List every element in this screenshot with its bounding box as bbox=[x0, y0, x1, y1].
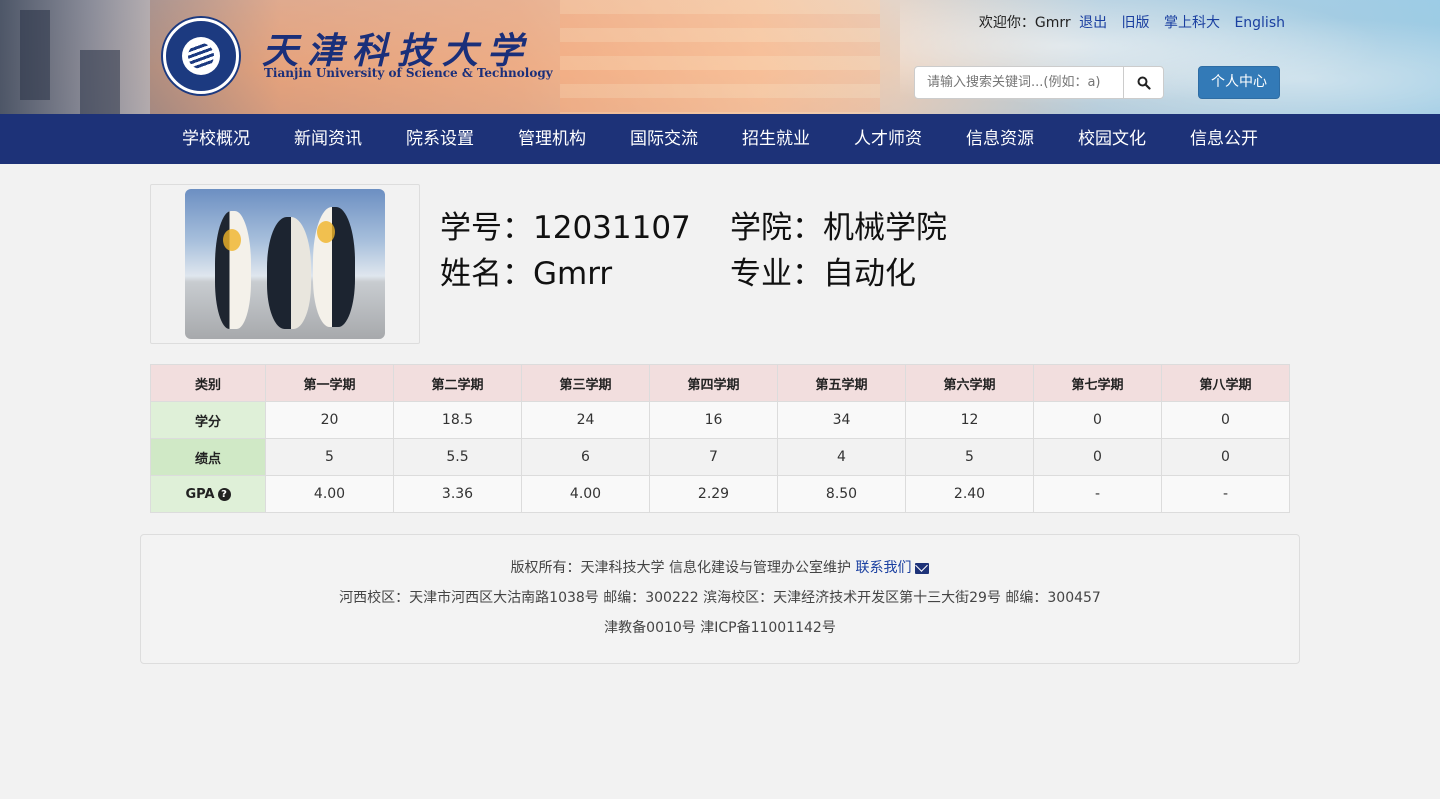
table-cell: 20 bbox=[265, 401, 394, 439]
college-label: 学院： bbox=[730, 210, 823, 246]
footer-address: 河西校区：天津市河西区大沽南路1038号 邮编：300222 滨海校区：天津经济… bbox=[339, 590, 1101, 606]
student-id-label: 学号： bbox=[440, 210, 533, 246]
banner-building-right bbox=[560, 0, 880, 114]
school-seal-logo[interactable] bbox=[163, 18, 239, 94]
row-label: GPA bbox=[185, 486, 215, 502]
table-header: 第二学期 bbox=[393, 364, 522, 402]
search-icon bbox=[1137, 76, 1151, 90]
school-name-en[interactable]: Tianjin University of Science & Technolo… bbox=[264, 66, 553, 80]
table-header: 第七学期 bbox=[1033, 364, 1162, 402]
table-cell: 3.36 bbox=[393, 475, 522, 513]
table-cell: 0 bbox=[1161, 438, 1290, 476]
envelope-icon[interactable] bbox=[915, 562, 930, 574]
nav-item-resources[interactable]: 信息资源 bbox=[944, 114, 1056, 164]
table-header: 第一学期 bbox=[265, 364, 394, 402]
nav-item-news[interactable]: 新闻资讯 bbox=[272, 114, 384, 164]
old-version-link[interactable]: 旧版 bbox=[1122, 15, 1150, 31]
table-cell: 7 bbox=[649, 438, 778, 476]
personal-center-button[interactable]: 个人中心 bbox=[1198, 66, 1280, 99]
banner-window bbox=[80, 50, 120, 114]
college: 机械学院 bbox=[823, 210, 947, 246]
nav-item-school-overview[interactable]: 学校概况 bbox=[160, 114, 272, 164]
footer-copyright: 版权所有：天津科技大学 信息化建设与管理办公室维护 bbox=[510, 560, 851, 576]
table-cell: 4 bbox=[777, 438, 906, 476]
footer: 版权所有：天津科技大学 信息化建设与管理办公室维护 联系我们 河西校区：天津市河… bbox=[140, 534, 1300, 664]
row-label: 学分 bbox=[150, 401, 266, 439]
table-row-grade-points: 绩点 5 5.5 6 7 4 5 0 0 bbox=[150, 438, 1290, 476]
student-name: Gmrr bbox=[533, 256, 613, 292]
search-box bbox=[914, 66, 1164, 99]
english-link[interactable]: English bbox=[1234, 15, 1285, 31]
avatar bbox=[185, 189, 385, 339]
mobile-link[interactable]: 掌上科大 bbox=[1164, 15, 1220, 31]
nav-item-international[interactable]: 国际交流 bbox=[608, 114, 720, 164]
footer-copyright-line: 版权所有：天津科技大学 信息化建设与管理办公室维护 联系我们 bbox=[141, 553, 1299, 583]
table-header-row: 类别 第一学期 第二学期 第三学期 第四学期 第五学期 第六学期 第七学期 第八… bbox=[150, 364, 1290, 402]
row-label-gpa: GPA? bbox=[150, 475, 266, 513]
table-cell: 18.5 bbox=[393, 401, 522, 439]
table-cell: 6 bbox=[521, 438, 650, 476]
major: 自动化 bbox=[823, 256, 916, 292]
table-header: 第三学期 bbox=[521, 364, 650, 402]
table-header: 类别 bbox=[150, 364, 266, 402]
table-row-credits: 学分 20 18.5 24 16 34 12 0 0 bbox=[150, 401, 1290, 439]
table-cell: 16 bbox=[649, 401, 778, 439]
grades-table: 类别 第一学期 第二学期 第三学期 第四学期 第五学期 第六学期 第七学期 第八… bbox=[150, 364, 1290, 513]
main-nav: 学校概况 新闻资讯 院系设置 管理机构 国际交流 招生就业 人才师资 信息资源 … bbox=[0, 114, 1440, 164]
nav-item-administration[interactable]: 管理机构 bbox=[496, 114, 608, 164]
table-cell: 5 bbox=[905, 438, 1034, 476]
table-cell: 2.29 bbox=[649, 475, 778, 513]
table-cell: 24 bbox=[521, 401, 650, 439]
table-row-gpa: GPA? 4.00 3.36 4.00 2.29 8.50 2.40 - - bbox=[150, 475, 1290, 513]
table-cell: - bbox=[1033, 475, 1162, 513]
table-cell: 5.5 bbox=[393, 438, 522, 476]
search-button[interactable] bbox=[1123, 67, 1163, 98]
table-cell: 0 bbox=[1161, 401, 1290, 439]
table-cell: 4.00 bbox=[521, 475, 650, 513]
question-circle-icon[interactable]: ? bbox=[217, 487, 231, 501]
nav-item-departments[interactable]: 院系设置 bbox=[384, 114, 496, 164]
nav-item-faculty[interactable]: 人才师资 bbox=[832, 114, 944, 164]
table-header: 第五学期 bbox=[777, 364, 906, 402]
username: Gmrr bbox=[1034, 15, 1071, 31]
table-cell: 0 bbox=[1033, 401, 1162, 439]
table-header: 第八学期 bbox=[1161, 364, 1290, 402]
table-cell: 34 bbox=[777, 401, 906, 439]
table-header: 第四学期 bbox=[649, 364, 778, 402]
table-header: 第六学期 bbox=[905, 364, 1034, 402]
name-label: 姓名： bbox=[440, 256, 533, 292]
nav-item-disclosure[interactable]: 信息公开 bbox=[1168, 114, 1280, 164]
top-links: 欢迎你：Gmrr 退出 旧版 掌上科大 English bbox=[979, 12, 1285, 32]
welcome-text: 欢迎你： bbox=[978, 15, 1035, 31]
student-info: 学号：12031107 学院：机械学院 姓名：Gmrr 专业：自动化 bbox=[440, 205, 947, 297]
table-cell: - bbox=[1161, 475, 1290, 513]
avatar-frame bbox=[150, 184, 420, 344]
nav-item-culture[interactable]: 校园文化 bbox=[1056, 114, 1168, 164]
logout-link[interactable]: 退出 bbox=[1079, 15, 1107, 31]
contact-link[interactable]: 联系我们 bbox=[855, 560, 911, 576]
nav-item-admissions[interactable]: 招生就业 bbox=[720, 114, 832, 164]
student-id: 12031107 bbox=[533, 210, 691, 246]
school-name-cn[interactable]: 天津科技大学 bbox=[262, 22, 523, 72]
table-cell: 2.40 bbox=[905, 475, 1034, 513]
table-cell: 12 bbox=[905, 401, 1034, 439]
row-label: 绩点 bbox=[150, 438, 266, 476]
major-label: 专业： bbox=[730, 256, 823, 292]
table-cell: 0 bbox=[1033, 438, 1162, 476]
search-input[interactable] bbox=[915, 67, 1124, 98]
footer-registration: 津教备0010号 津ICP备11001142号 bbox=[604, 620, 836, 636]
table-cell: 4.00 bbox=[265, 475, 394, 513]
table-cell: 5 bbox=[265, 438, 394, 476]
banner-window bbox=[20, 10, 50, 100]
table-cell: 8.50 bbox=[777, 475, 906, 513]
